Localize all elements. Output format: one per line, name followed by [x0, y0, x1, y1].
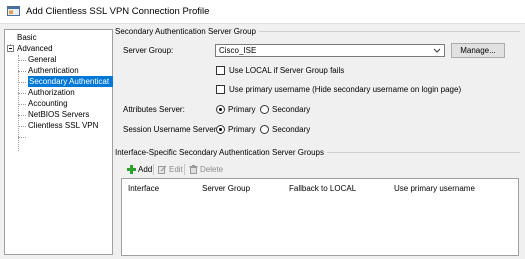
server-group-value: Cisco_ISE: [219, 46, 257, 55]
use-primary-username-checkbox[interactable]: [216, 85, 225, 94]
chevron-down-icon: [433, 48, 441, 53]
title-bar: Add Clientless SSL VPN Connection Profil…: [0, 0, 525, 24]
interface-groups-table[interactable]: Interface Server Group Fallback to LOCAL…: [121, 178, 519, 256]
toolbar-separator: [184, 164, 185, 175]
session-username-secondary-label: Secondary: [272, 125, 311, 134]
attributes-server-label: Attributes Server:: [123, 105, 185, 114]
tree-item-general[interactable]: General: [28, 54, 56, 65]
tree-item-secondary-authentication[interactable]: Secondary Authenticat: [28, 76, 113, 87]
server-group-select[interactable]: Cisco_ISE: [215, 44, 445, 57]
attributes-server-secondary-radio[interactable]: [260, 105, 269, 114]
tree-item-basic[interactable]: Basic: [17, 32, 37, 43]
attributes-server-secondary-label: Secondary: [272, 105, 311, 114]
tree-item-accounting[interactable]: Accounting: [28, 98, 68, 109]
tree-guide: [18, 82, 26, 83]
tree-guide: [18, 137, 26, 138]
session-username-server-label: Session Username Server:: [123, 125, 219, 134]
attributes-server-primary-radio[interactable]: [216, 105, 225, 114]
delete-label: Delete: [200, 165, 224, 174]
collapse-icon[interactable]: [7, 45, 14, 52]
trash-icon: [189, 165, 198, 174]
use-local-checkbox[interactable]: [216, 66, 225, 75]
dialog-content: Basic Advanced General Authentication Se…: [0, 24, 525, 259]
column-header-interface[interactable]: Interface: [128, 184, 159, 193]
attributes-server-primary-label: Primary: [228, 105, 256, 114]
secondary-authentication-panel: Secondary Authentication Server Group Se…: [115, 24, 525, 259]
column-header-server-group[interactable]: Server Group: [202, 184, 250, 193]
tree-item-authentication[interactable]: Authentication: [28, 65, 79, 76]
tree-item-authorization[interactable]: Authorization: [28, 87, 75, 98]
edit-label: Edit: [169, 165, 183, 174]
secondary-auth-group-title: Secondary Authentication Server Group: [115, 27, 259, 36]
tree-guide: [18, 115, 26, 116]
tree-guide: [18, 104, 26, 105]
interface-groups-title: Interface-Specific Secondary Authenticat…: [115, 148, 327, 157]
use-local-label: Use LOCAL if Server Group fails: [229, 66, 345, 75]
asdm-app-icon: [7, 6, 20, 16]
tree-guide: [18, 93, 26, 94]
toolbar-separator: [153, 164, 154, 175]
tree-guide: [18, 126, 26, 127]
server-group-label: Server Group:: [123, 46, 174, 55]
edit-icon: [158, 165, 167, 174]
use-primary-username-label: Use primary username (Hide secondary use…: [229, 85, 462, 94]
tree-guide: [18, 71, 26, 72]
tree-item-netbios-servers[interactable]: NetBIOS Servers: [28, 109, 89, 120]
tree-item-advanced[interactable]: Advanced: [17, 43, 53, 54]
tree-guide: [18, 60, 26, 61]
column-header-use-primary-username[interactable]: Use primary username: [394, 184, 475, 193]
manage-button[interactable]: Manage...: [451, 43, 505, 58]
plus-icon: [127, 165, 136, 174]
navigation-tree[interactable]: Basic Advanced General Authentication Se…: [4, 29, 113, 255]
add-label: Add: [138, 165, 153, 174]
session-username-secondary-radio[interactable]: [260, 125, 269, 134]
session-username-primary-radio[interactable]: [216, 125, 225, 134]
column-header-fallback-to-local[interactable]: Fallback to LOCAL: [289, 184, 356, 193]
window-title: Add Clientless SSL VPN Connection Profil…: [26, 6, 210, 17]
session-username-primary-label: Primary: [228, 125, 256, 134]
tree-item-clientless-ssl-vpn[interactable]: Clientless SSL VPN: [28, 120, 98, 131]
